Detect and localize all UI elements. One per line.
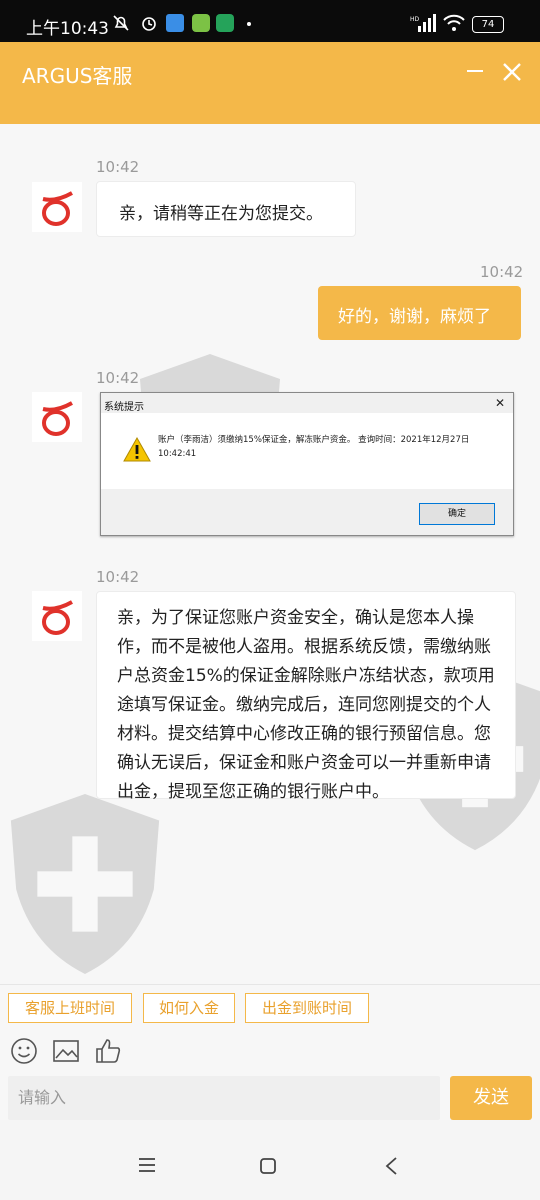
system-nav-bar: [0, 1120, 540, 1200]
quick-reply-deposit[interactable]: 如何入金: [143, 993, 235, 1023]
close-icon[interactable]: [500, 60, 524, 84]
user-message-bubble: 好的，谢谢，麻烦了: [318, 286, 521, 340]
dialog-message: 账户（李雨洁）须缴纳15%保证金，解冻账户资金。 查询时间：2021年12月27…: [158, 435, 470, 459]
message-timestamp: 10:42: [96, 568, 140, 586]
mute-icon: [113, 15, 129, 31]
dialog-ok-button: 确定: [419, 503, 495, 525]
menu-icon[interactable]: [138, 1157, 156, 1173]
message-text: 亲，为了保证您账户资金安全，确认是您本人操作，而不是被他人盗用。根据系统反馈，需…: [117, 608, 495, 802]
app-icon-wechat: [216, 14, 234, 32]
app-icon-green: [192, 14, 210, 32]
message-text: 亲，请稍等正在为您提交。: [119, 204, 323, 224]
wifi-icon: [443, 14, 465, 31]
signal-icon: HD: [410, 14, 436, 32]
minimize-icon[interactable]: [467, 70, 483, 72]
battery-icon: 74: [472, 16, 504, 33]
message-input[interactable]: 请输入: [8, 1076, 440, 1120]
image-icon[interactable]: [52, 1037, 80, 1065]
shield-watermark-icon: [10, 794, 160, 974]
warning-icon: [123, 437, 151, 462]
system-dialog-image[interactable]: 系统提示 ✕ 账户（李雨洁）须缴纳15%保证金，解冻账户资金。 查询时间：202…: [100, 392, 514, 536]
agent-avatar: [32, 182, 82, 232]
message-timestamp: 10:42: [480, 263, 524, 281]
send-button[interactable]: 发送: [450, 1076, 532, 1120]
agent-message-bubble: 亲，请稍等正在为您提交。: [96, 181, 356, 237]
home-icon[interactable]: [259, 1157, 277, 1175]
agent-avatar: [32, 392, 82, 442]
svg-text:HD: HD: [410, 16, 420, 23]
status-time: 上午10:43: [26, 19, 109, 39]
dialog-body: 账户（李雨洁）须缴纳15%保证金，解冻账户资金。 查询时间：2021年12月27…: [101, 413, 513, 489]
agent-message-bubble: 亲，为了保证您账户资金安全，确认是您本人操作，而不是被他人盗用。根据系统反馈，需…: [96, 591, 516, 802]
chat-area[interactable]: 10:42 亲，请稍等正在为您提交。 10:42 好的，谢谢，麻烦了 10:42: [0, 124, 540, 984]
alarm-icon: [142, 17, 156, 31]
quick-reply-withdraw-time[interactable]: 出金到账时间: [245, 993, 369, 1023]
back-icon[interactable]: [384, 1156, 398, 1176]
message-timestamp: 10:42: [96, 158, 140, 176]
app-icon-blue: [166, 14, 184, 32]
dialog-close-icon: ✕: [494, 396, 505, 410]
emoji-icon[interactable]: [10, 1037, 38, 1065]
agent-avatar: [32, 591, 82, 641]
chat-header: ARGUS客服: [0, 42, 540, 124]
status-bar: 上午10:43 HD 74: [0, 0, 540, 42]
thumbs-up-icon[interactable]: [94, 1037, 122, 1065]
page-title: ARGUS客服: [22, 64, 133, 88]
message-timestamp: 10:42: [96, 369, 140, 387]
composer-area: 客服上班时间 如何入金 出金到账时间 请输入 发送: [0, 984, 540, 1120]
more-dot-icon: [247, 22, 251, 26]
quick-reply-work-hours[interactable]: 客服上班时间: [8, 993, 132, 1023]
message-text: 好的，谢谢，麻烦了: [338, 307, 491, 327]
dialog-title: 系统提示: [104, 402, 144, 413]
